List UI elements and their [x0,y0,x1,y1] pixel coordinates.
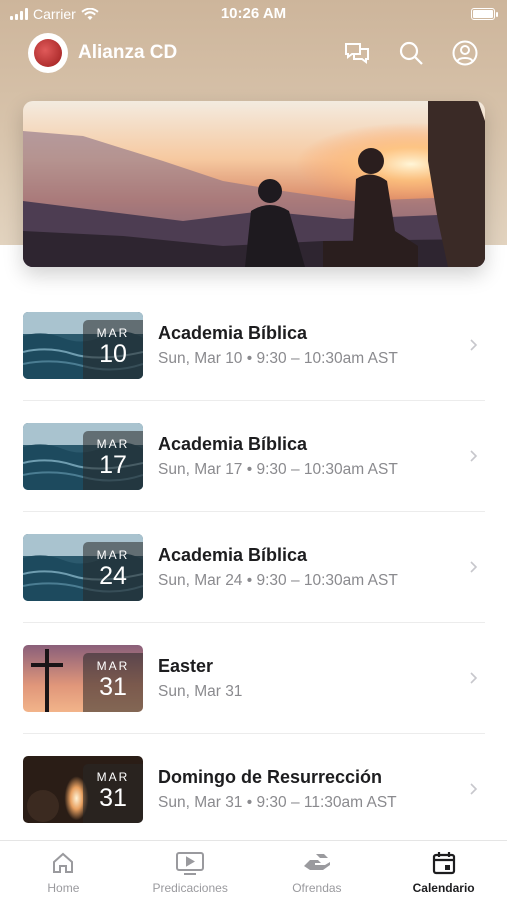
tab-calendario[interactable]: Calendario [380,841,507,900]
event-title: Easter [158,655,214,676]
date-day: 31 [99,672,127,701]
church-logo[interactable] [28,33,68,73]
chevron-right-icon [470,339,478,351]
tab-label: Calendario [412,881,475,895]
event-text: Easter Sun, Mar 31 [158,656,242,701]
date-badge: MAR 17 [83,430,143,490]
event-thumbnail: MAR 17 [23,422,143,490]
event-title: Academia Bíblica [158,433,308,454]
header-actions [343,39,479,67]
event-datetime: Sun, Mar 24 • 9:30 – 10:30am AST [158,571,398,589]
tab-label: Home [47,881,80,895]
home-icon [53,852,74,873]
event-thumbnail: MAR 31 [23,644,143,712]
event-row[interactable]: MAR 17 Academia Bíblica Sun, Mar 17 • 9:… [23,401,485,512]
tab-label: Ofrendas [292,881,342,895]
video-icon [176,852,205,875]
event-text: Academia Bíblica Sun, Mar 17 • 9:30 – 10… [158,434,398,479]
date-month: MAR [96,658,130,673]
date-day: 17 [99,450,127,479]
date-badge: MAR 31 [83,764,143,823]
battery-icon [471,8,498,20]
event-row[interactable]: MAR 31 Domingo de Resurrección Sun, Mar … [23,734,485,845]
event-thumbnail: MAR 24 [23,533,143,601]
event-list: MAR 10 Academia Bíblica Sun, Mar 10 • 9:… [23,290,485,845]
event-thumbnail: MAR 31 [23,756,143,823]
date-badge: MAR 31 [83,652,143,712]
chevron-right-icon [470,783,478,795]
tab-label: Predicaciones [152,881,228,895]
calendar-icon [432,852,455,875]
event-title: Domingo de Resurrección [158,767,383,787]
date-month: MAR [96,770,130,784]
status-bar: Carrier 10:26 AM [0,0,507,28]
status-time: 10:26 AM [220,5,287,22]
event-datetime: Sun, Mar 31 [158,682,243,700]
sunset-people-image [23,101,485,267]
chevron-right-icon [470,672,478,684]
tab-home[interactable]: Home [0,841,127,900]
tab-bar: Home Predicaciones Ofrendas Calendario [0,840,507,900]
date-day: 10 [99,339,127,368]
event-title: Academia Bíblica [158,544,308,565]
tab-predicaciones[interactable]: Predicaciones [127,841,254,900]
event-datetime: Sun, Mar 17 • 9:30 – 10:30am AST [158,460,398,478]
date-month: MAR [96,325,130,340]
date-day: 31 [99,784,127,812]
chat-icon[interactable] [343,39,371,67]
chevron-right-icon [470,450,478,462]
giving-icon [303,854,330,870]
profile-icon[interactable] [451,39,479,67]
event-datetime: Sun, Mar 10 • 9:30 – 10:30am AST [158,349,398,367]
event-row[interactable]: MAR 31 Easter Sun, Mar 31 [23,623,485,734]
app-title: Alianza CD [78,42,178,63]
chevron-right-icon [470,561,478,573]
date-badge: MAR 24 [83,541,143,601]
event-row[interactable]: MAR 10 Academia Bíblica Sun, Mar 10 • 9:… [23,290,485,401]
app-header: Alianza CD [28,32,479,74]
event-text: Domingo de Resurrección Sun, Mar 31 • 9:… [158,767,397,812]
event-datetime: Sun, Mar 31 • 9:30 – 11:30am AST [158,794,397,811]
search-icon[interactable] [397,39,425,67]
tab-ofrendas[interactable]: Ofrendas [254,841,381,900]
hero-banner[interactable] [23,101,485,267]
logo-emblem-icon [34,39,62,67]
event-title: Academia Bíblica [158,322,308,343]
event-text: Academia Bíblica Sun, Mar 24 • 9:30 – 10… [158,545,398,590]
date-day: 24 [99,561,127,590]
date-month: MAR [96,436,130,451]
event-row[interactable]: MAR 24 Academia Bíblica Sun, Mar 24 • 9:… [23,512,485,623]
date-badge: MAR 10 [83,319,143,379]
date-month: MAR [96,547,130,562]
event-thumbnail: MAR 10 [23,311,143,379]
event-text: Academia Bíblica Sun, Mar 10 • 9:30 – 10… [158,323,398,368]
